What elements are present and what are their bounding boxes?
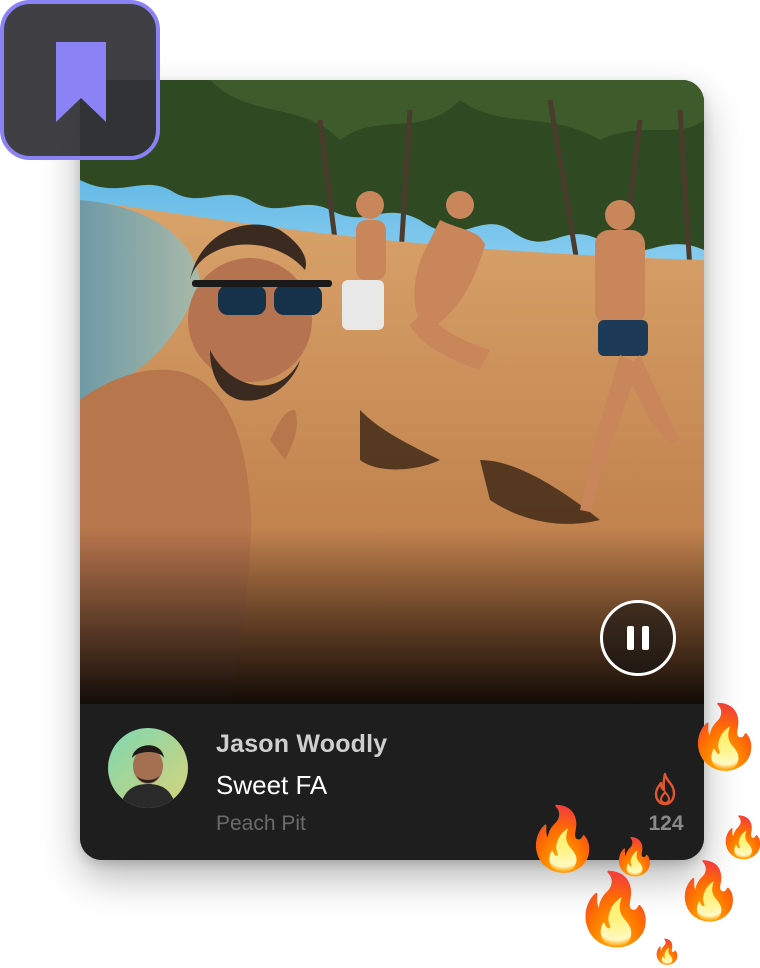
pause-button[interactable] bbox=[600, 600, 676, 676]
fire-emoji-decoration: 🔥 bbox=[718, 815, 760, 861]
artist-name: Peach Pit bbox=[216, 812, 306, 835]
fire-emoji-decoration: 🔥 bbox=[674, 859, 744, 924]
fire-icon[interactable] bbox=[650, 772, 680, 806]
track-photo bbox=[80, 80, 704, 704]
fire-emoji-decoration: 🔥 bbox=[524, 802, 602, 875]
pause-icon bbox=[627, 626, 649, 650]
track-card: Jason Woodly Sweet FA Peach Pit 124 bbox=[80, 80, 704, 860]
track-info-bar: Jason Woodly Sweet FA Peach Pit 124 bbox=[80, 704, 704, 860]
track-title: Sweet FA bbox=[216, 770, 328, 800]
fire-emoji-decoration: 🔥 bbox=[686, 700, 760, 773]
fire-count: 124 bbox=[648, 812, 684, 835]
avatar-image bbox=[108, 728, 188, 808]
fire-emoji-decoration: 🔥 bbox=[572, 868, 660, 950]
bookmark-button[interactable] bbox=[0, 0, 160, 160]
avatar[interactable] bbox=[108, 728, 188, 808]
bookmark-icon bbox=[56, 42, 106, 122]
fire-emoji-decoration: 🔥 bbox=[652, 938, 682, 966]
user-name: Jason Woodly bbox=[216, 730, 388, 758]
